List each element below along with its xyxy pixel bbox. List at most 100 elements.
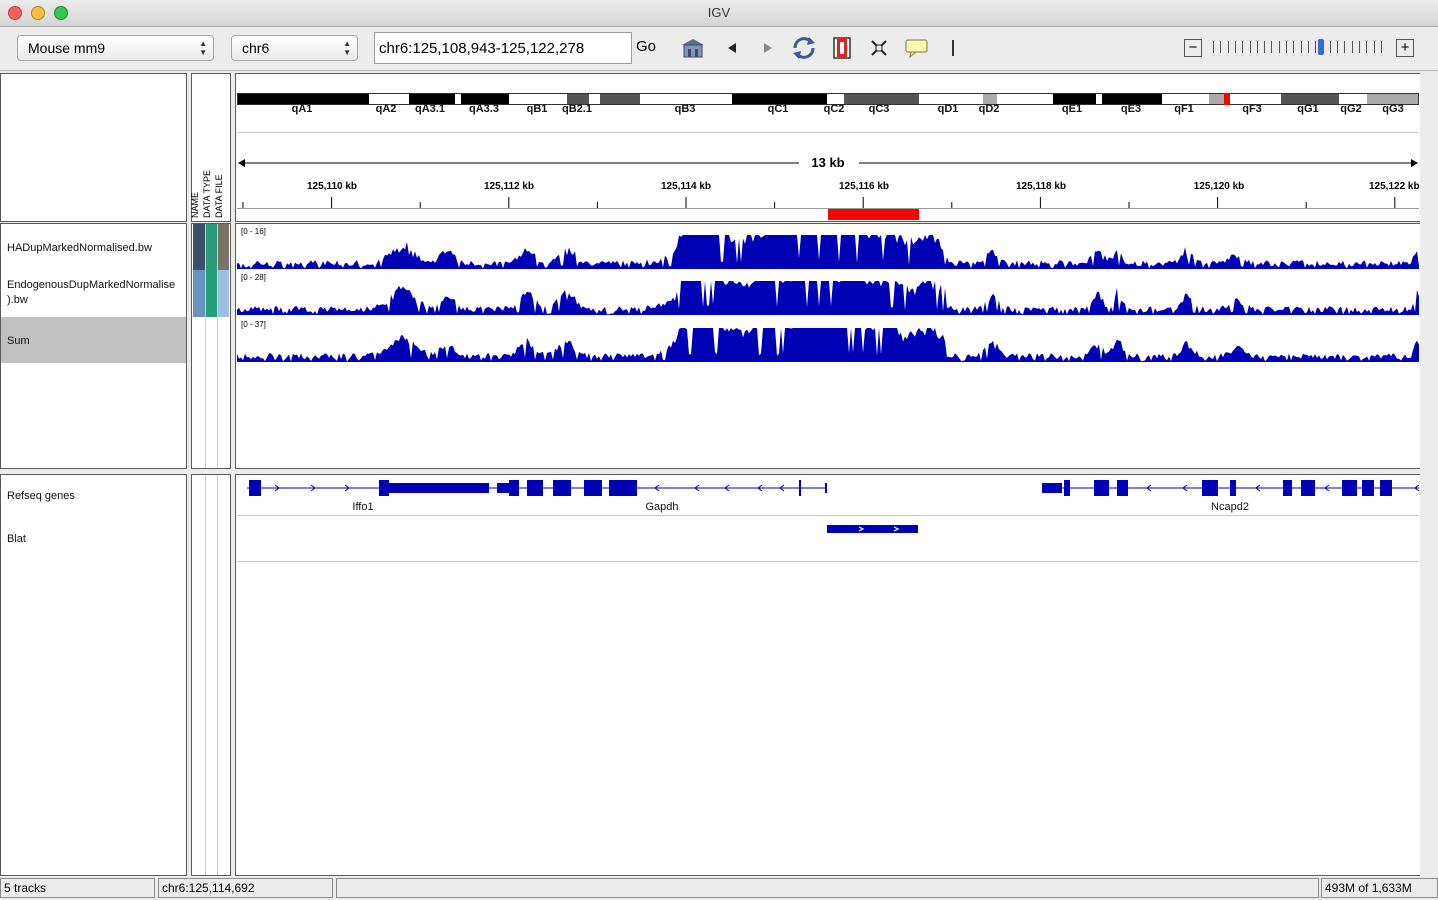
cytoband-label: qC2 (823, 103, 845, 115)
track-name-sum[interactable]: Sum (7, 335, 30, 347)
blat-feature[interactable] (826, 524, 920, 534)
span-label: 13 kb (800, 155, 856, 170)
attribute-cell[interactable] (205, 270, 217, 317)
cytoband-label: qA3.3 (469, 103, 499, 115)
cytoband-label: qG1 (1297, 103, 1319, 115)
track-name-blat[interactable]: Blat (7, 533, 26, 545)
cytoband-segment (1209, 94, 1225, 104)
cytoband-label: qF1 (1174, 103, 1194, 115)
gene-exon (1094, 480, 1109, 496)
track-name-endogenous[interactable]: EndogenousDupMarkedNormalise ).bw (7, 279, 175, 309)
gene-label-iffo1: Iffo1 (352, 501, 374, 513)
signal-tracks[interactable] (237, 224, 1419, 364)
zoom-tick (1329, 41, 1331, 53)
zoom-tick (1380, 41, 1382, 53)
track-name-refseq[interactable]: Refseq genes (7, 490, 75, 502)
track-name-endogenous-line2: ).bw (7, 294, 28, 306)
gene-exon (1230, 480, 1236, 496)
attribute-cell[interactable] (205, 224, 217, 270)
back-icon[interactable] (722, 36, 742, 60)
feature-names-panel: Refseq genes Blat (0, 474, 187, 876)
cytoband-segment (997, 94, 1053, 104)
gene-exon (497, 483, 511, 493)
ruler-tick-label: 125,116 kb (838, 181, 890, 192)
gene-exon (249, 480, 261, 496)
coverage-signal (237, 328, 1419, 362)
zoom-tick (1307, 41, 1309, 53)
zoom-tick (1300, 41, 1302, 53)
cytoband-label: qA3.1 (415, 103, 445, 115)
locus-input[interactable]: chr6:125,108,943-125,122,278 (374, 32, 632, 64)
refresh-icon[interactable] (791, 36, 817, 60)
zoom-out-icon: − (1184, 39, 1202, 57)
attribute-header-data-file[interactable]: DATA FILE (214, 174, 224, 218)
coverage-signal (237, 281, 1419, 315)
gene-exon (1042, 483, 1062, 493)
zoom-tick (1249, 41, 1251, 53)
data-attributes-panel (191, 223, 231, 469)
zoom-tick (1315, 41, 1317, 53)
go-button[interactable]: Go (636, 38, 656, 55)
attribute-cell[interactable] (217, 224, 229, 270)
coverage-signal (237, 235, 1419, 269)
gene-label-ncapd2: Ncapd2 (1211, 501, 1249, 513)
attribute-cell[interactable] (193, 270, 205, 317)
zoom-tick (1286, 41, 1287, 53)
zoom-tick (1351, 41, 1353, 53)
zoom-tick (1366, 41, 1368, 53)
attribute-header-panel: NAME DATA TYPE DATA FILE (190, 73, 231, 222)
cytoband-label: qE1 (1061, 103, 1083, 115)
cytoband-label: qE3 (1120, 103, 1142, 115)
zoom-tick (1234, 41, 1236, 53)
track-name-hadup[interactable]: HADupMarkedNormalised.bw (7, 242, 152, 254)
cytoband-label: qA2 (375, 103, 397, 115)
zoom-tick (1373, 41, 1375, 53)
cytoband-label: qG3 (1382, 103, 1404, 115)
genome-select-value: Mouse mm9 (28, 40, 106, 56)
resize-icon[interactable] (869, 36, 889, 60)
gene-label-gapdh: Gapdh (645, 501, 679, 513)
zoom-tick (1359, 41, 1360, 53)
popup-info-icon[interactable] (904, 36, 930, 60)
chromosome-select[interactable]: chr6 ▲ ▼ (231, 35, 358, 61)
zoom-in-button[interactable]: + (1394, 36, 1416, 60)
ruler-tick-label: 125,118 kb (1015, 181, 1067, 192)
gene-exon (1362, 480, 1374, 496)
ruler-tick-label: 125,120 kb (1193, 181, 1245, 192)
gene-exon (553, 480, 571, 496)
genome-select[interactable]: Mouse mm9 ▲ ▼ (17, 35, 214, 61)
ideogram-current-view (1224, 93, 1230, 105)
cytoband-label: qG2 (1340, 103, 1362, 115)
cytoband-label: qA1 (291, 103, 313, 115)
gene-exon (584, 480, 602, 496)
window-title: IGV (707, 5, 731, 20)
roi-icon[interactable] (832, 36, 852, 60)
attribute-cell[interactable] (217, 270, 229, 317)
cytoband-label: qD1 (937, 103, 959, 115)
zoom-tick (1256, 41, 1258, 53)
select-arrows-icon: ▲ ▼ (199, 39, 207, 57)
gene-exon (825, 483, 827, 493)
status-track-count: 5 tracks (0, 878, 155, 898)
data-names-panel: HADupMarkedNormalised.bw EndogenousDupMa… (0, 223, 187, 469)
zoom-slider[interactable] (1210, 39, 1388, 55)
cytoband-label: qB3 (674, 103, 696, 115)
region-of-interest[interactable] (828, 209, 919, 220)
gene-exon (1064, 480, 1070, 496)
attribute-cell[interactable] (193, 224, 205, 270)
cytoband-label: qC1 (767, 103, 789, 115)
zoom-out-button[interactable]: − (1182, 36, 1204, 60)
zoom-tick (1227, 41, 1229, 53)
gene-exon (527, 480, 543, 496)
ruler-tick-label: 125,112 kb (483, 181, 535, 192)
cytoband-segment (600, 94, 640, 104)
home-icon[interactable] (680, 36, 706, 60)
attribute-header-name[interactable]: NAME (190, 192, 200, 218)
zoom-tick (1242, 41, 1244, 53)
zoom-tick (1213, 41, 1214, 53)
attribute-header-data-type[interactable]: DATA TYPE (202, 170, 212, 218)
cytoband-label: qC3 (868, 103, 890, 115)
zoom-slider-thumb[interactable] (1318, 39, 1324, 55)
forward-icon[interactable] (758, 36, 778, 60)
name-header-panel (0, 73, 187, 222)
